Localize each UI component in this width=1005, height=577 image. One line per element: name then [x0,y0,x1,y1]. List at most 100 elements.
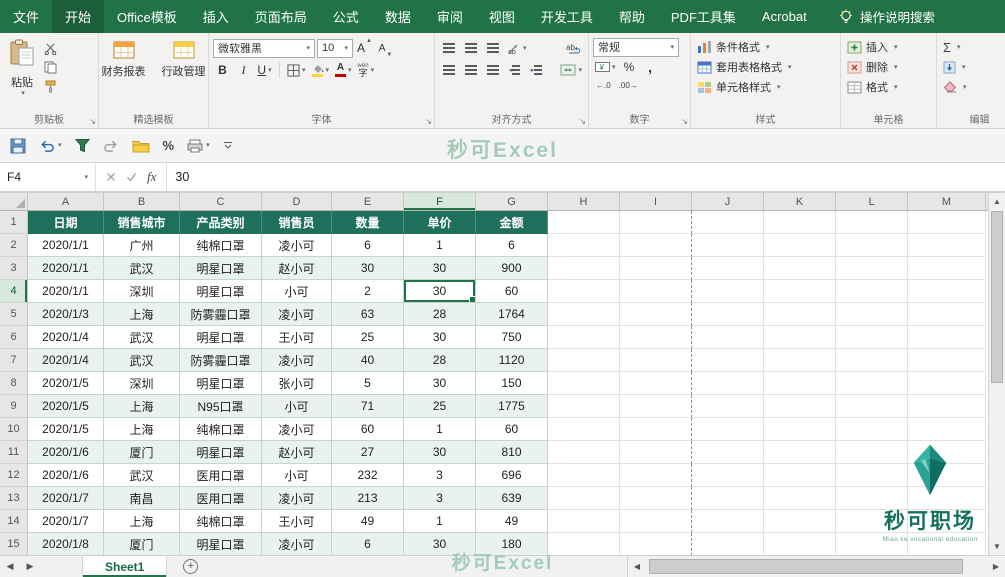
cell-J11[interactable] [692,441,764,464]
cell-J5[interactable] [692,303,764,326]
insert-cells-button[interactable]: 插入 ▾ [845,37,932,57]
scroll-left-arrow[interactable]: ◀ [628,556,646,577]
menu-tab-文件[interactable]: 文件 [0,0,52,33]
cell-F5[interactable]: 28 [404,303,476,326]
cell-L2[interactable] [836,234,908,257]
column-header-E[interactable]: E [332,193,404,210]
cell-A5[interactable]: 2020/1/3 [28,303,104,326]
cell-H2[interactable] [548,234,620,257]
cell-M12[interactable] [908,464,986,487]
cell-B13[interactable]: 南昌 [104,487,180,510]
print-preview-button[interactable]: ▾ [187,139,210,153]
cell-C11[interactable]: 明星口罩 [180,441,262,464]
column-header-J[interactable]: J [692,193,764,210]
cell-J14[interactable] [692,510,764,533]
cell-E11[interactable]: 27 [332,441,404,464]
cell-H8[interactable] [548,372,620,395]
cell-K1[interactable] [764,211,836,234]
cell-M13[interactable] [908,487,986,510]
cell-L3[interactable] [836,257,908,280]
cell-L15[interactable] [836,533,908,555]
column-header-F[interactable]: F [404,193,476,210]
customize-toolbar-button[interactable] [223,141,233,150]
cell-M3[interactable] [908,257,986,280]
cell-L4[interactable] [836,280,908,303]
cell-E14[interactable]: 49 [332,510,404,533]
cell-J9[interactable] [692,395,764,418]
sheet-nav-right-arrow[interactable]: ▶ [20,556,40,577]
cell-D3[interactable]: 赵小可 [262,257,332,280]
cell-M6[interactable] [908,326,986,349]
enter-icon[interactable] [126,172,137,182]
cell-A8[interactable]: 2020/1/5 [28,372,104,395]
cell-M7[interactable] [908,349,986,372]
cell-H12[interactable] [548,464,620,487]
clipboard-dialog-launcher-icon[interactable]: ↘ [89,118,96,126]
cell-B10[interactable]: 上海 [104,418,180,441]
cell-J12[interactable] [692,464,764,487]
cell-F14[interactable]: 1 [404,510,476,533]
cell-F3[interactable]: 30 [404,257,476,280]
cell-D4[interactable]: 小可 [262,280,332,303]
column-header-K[interactable]: K [764,193,836,210]
cell-A10[interactable]: 2020/1/5 [28,418,104,441]
cell-G5[interactable]: 1764 [476,303,548,326]
cell-D11[interactable]: 赵小可 [262,441,332,464]
cell-G9[interactable]: 1775 [476,395,548,418]
cell-D13[interactable]: 凌小可 [262,487,332,510]
horizontal-scroll-track[interactable] [646,556,987,577]
cell-C13[interactable]: 医用口罩 [180,487,262,510]
cell-A3[interactable]: 2020/1/1 [28,257,104,280]
alignment-dialog-launcher-icon[interactable]: ↘ [579,118,586,126]
cell-G15[interactable]: 180 [476,533,548,555]
comma-style-button[interactable]: , [641,57,660,77]
cancel-icon[interactable] [106,172,116,182]
cell-F15[interactable]: 30 [404,533,476,555]
menu-tab-审阅[interactable]: 审阅 [424,0,476,33]
cell-G7[interactable]: 1120 [476,349,548,372]
cell-J15[interactable] [692,533,764,555]
row-header-13[interactable]: 13 [0,487,28,510]
cell-H1[interactable] [548,211,620,234]
scroll-up-arrow[interactable]: ▲ [989,193,1005,210]
cell-B9[interactable]: 上海 [104,395,180,418]
cell-D6[interactable]: 王小可 [262,326,332,349]
cell-G4[interactable]: 60 [476,280,548,303]
phonetic-button[interactable]: wén字 ▾ [356,60,377,80]
cell-K4[interactable] [764,280,836,303]
cell-A7[interactable]: 2020/1/4 [28,349,104,372]
format-as-table-button[interactable]: 套用表格格式 ▾ [695,57,836,77]
fill-color-button[interactable]: ▾ [310,60,332,80]
cell-H4[interactable] [548,280,620,303]
cell-M11[interactable] [908,441,986,464]
cell-C15[interactable]: 明星口罩 [180,533,262,555]
cell-J3[interactable] [692,257,764,280]
cell-A12[interactable]: 2020/1/6 [28,464,104,487]
cell-M15[interactable] [908,533,986,555]
row-header-4[interactable]: 4 [0,280,28,303]
cell-G10[interactable]: 60 [476,418,548,441]
cell-G14[interactable]: 49 [476,510,548,533]
cell-F6[interactable]: 30 [404,326,476,349]
cell-F1[interactable]: 单价 [404,211,476,234]
cell-L5[interactable] [836,303,908,326]
cell-E10[interactable]: 60 [332,418,404,441]
cell-E3[interactable]: 30 [332,257,404,280]
cell-F11[interactable]: 30 [404,441,476,464]
menu-tab-开发工具[interactable]: 开发工具 [528,0,606,33]
cell-B8[interactable]: 深圳 [104,372,180,395]
cell-G11[interactable]: 810 [476,441,548,464]
cell-H9[interactable] [548,395,620,418]
cell-K5[interactable] [764,303,836,326]
cell-I14[interactable] [620,510,692,533]
cell-G1[interactable]: 金额 [476,211,548,234]
font-color-button[interactable]: A ▾ [333,60,354,80]
cell-E9[interactable]: 71 [332,395,404,418]
font-dialog-launcher-icon[interactable]: ↘ [425,118,432,126]
cell-M10[interactable] [908,418,986,441]
name-box[interactable]: F4 ▾ [0,163,96,191]
cell-B3[interactable]: 武汉 [104,257,180,280]
cell-J7[interactable] [692,349,764,372]
cell-D8[interactable]: 张小可 [262,372,332,395]
cell-A13[interactable]: 2020/1/7 [28,487,104,510]
